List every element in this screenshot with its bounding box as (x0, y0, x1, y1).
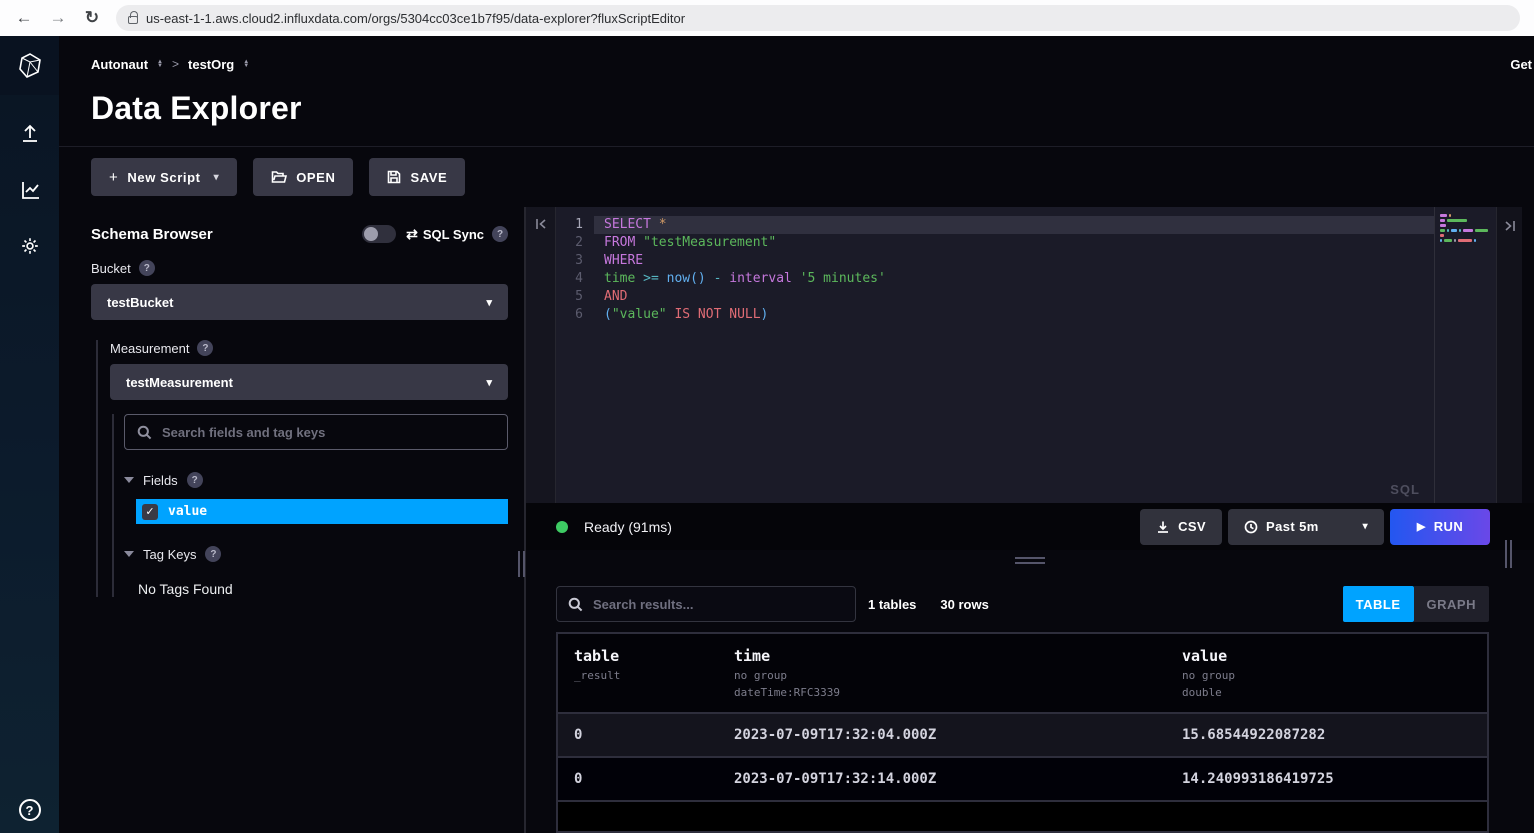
status-dot-icon (556, 521, 568, 533)
measurement-help-icon[interactable]: ? (197, 340, 213, 356)
search-icon (137, 425, 152, 440)
suborg-name[interactable]: testOrg (188, 57, 234, 72)
expand-right-icon (1503, 219, 1517, 233)
sql-sync-toggle[interactable] (362, 225, 396, 243)
influxdb-logo[interactable] (0, 36, 59, 95)
save-button[interactable]: SAVE (369, 158, 465, 196)
column-header: timeno groupdateTime:RFC3339 (718, 647, 1166, 700)
org-switcher-icon[interactable]: ▲▼ (157, 60, 163, 69)
folder-icon (271, 170, 287, 184)
code-line: time >= now() - interval '5 minutes' (594, 270, 1434, 288)
chevron-down-icon[interactable] (124, 551, 134, 557)
page-title: Data Explorer (91, 86, 1534, 130)
measurement-label: Measurement? (110, 340, 508, 356)
time-range-dropdown[interactable]: Past 5m ▾ (1228, 509, 1384, 545)
back-icon[interactable]: ← (14, 8, 34, 28)
view-tabs: TABLE GRAPH (1343, 586, 1489, 622)
code-line: ("value" IS NOT NULL) (594, 306, 1434, 324)
chevron-down-icon: ▾ (1363, 521, 1368, 532)
save-icon (387, 170, 401, 184)
code-line: FROM "testMeasurement" (594, 234, 1434, 252)
fields-group[interactable]: Fields ? (124, 472, 508, 488)
suborg-switcher-icon[interactable]: ▲▼ (243, 60, 249, 69)
nav-right-text[interactable]: Get (1510, 57, 1532, 72)
help-icon[interactable]: ? (19, 799, 41, 821)
padlock-icon (128, 16, 138, 24)
address-bar[interactable]: us-east-1-1.aws.cloud2.influxdata.com/or… (116, 5, 1520, 31)
bucket-label: Bucket? (91, 260, 508, 276)
table-row: 02023-07-09T17:32:04.000Z15.685449220872… (558, 714, 1487, 758)
vertical-drag-handle[interactable] (1505, 540, 1512, 568)
table-row: 02023-07-09T17:32:14.000Z14.240993186419… (558, 758, 1487, 802)
code-line: SELECT * (594, 216, 1434, 234)
panel-resize-handle[interactable] (518, 551, 525, 577)
script-toolbar: + New Script ▾ OPEN SAVE (59, 147, 1534, 207)
run-query-button[interactable]: ▶ RUN (1390, 509, 1490, 545)
bucket-dropdown[interactable]: testBucket▾ (91, 284, 508, 320)
chevron-down-icon: ▾ (486, 376, 492, 389)
query-statusbar: Ready (91ms) CSV Past 5m ▾ ▶ (526, 503, 1534, 550)
fields-help-icon[interactable]: ? (187, 472, 203, 488)
status-text: Ready (91ms) (584, 519, 672, 535)
measurement-dropdown[interactable]: testMeasurement▾ (110, 364, 508, 400)
results-search-input[interactable]: Search results... (556, 586, 856, 622)
field-item-value[interactable]: ✓ value (136, 499, 508, 524)
fields-search-input[interactable]: Search fields and tag keys (124, 414, 508, 450)
rows-count: 30 rows (940, 597, 988, 612)
tag-keys-group[interactable]: Tag Keys ? (124, 546, 508, 562)
sidebar: ? (0, 36, 59, 833)
horizontal-drag-handle[interactable] (1015, 557, 1045, 567)
expand-right-strip[interactable] (1496, 207, 1522, 503)
code-lines[interactable]: SELECT *FROM "testMeasurement"WHEREtime … (594, 207, 1434, 503)
minimap[interactable] (1434, 207, 1496, 503)
open-button[interactable]: OPEN (253, 158, 353, 196)
new-script-button[interactable]: + New Script ▾ (91, 158, 237, 196)
chevron-down-icon: ▾ (214, 172, 220, 183)
refresh-icon[interactable]: ↻ (82, 8, 102, 28)
results-table: table_resulttimeno groupdateTime:RFC3339… (556, 632, 1489, 833)
code-line: AND (594, 288, 1434, 306)
tab-table[interactable]: TABLE (1343, 586, 1414, 622)
column-header: table_result (558, 647, 718, 700)
csv-download-button[interactable]: CSV (1140, 509, 1222, 545)
line-numbers: 123456 (556, 207, 594, 503)
schema-browser-panel: Schema Browser ⇄ SQL Sync ? Bucket? test… (59, 207, 526, 833)
tab-graph[interactable]: GRAPH (1414, 586, 1489, 622)
results-resize-divider[interactable] (526, 550, 1534, 570)
url-text[interactable]: us-east-1-1.aws.cloud2.influxdata.com/or… (146, 11, 685, 26)
org-name[interactable]: Autonaut (91, 57, 148, 72)
browser-chrome: ← → ↻ us-east-1-1.aws.cloud2.influxdata.… (0, 0, 1534, 36)
download-icon (1156, 520, 1170, 534)
data-explorer-icon[interactable] (0, 173, 59, 207)
play-icon: ▶ (1417, 520, 1426, 533)
clock-icon (1244, 520, 1258, 534)
column-header: valueno groupdouble (1166, 647, 1487, 700)
sync-arrows-icon: ⇄ (406, 226, 418, 243)
results-rows: 02023-07-09T17:32:04.000Z15.685449220872… (558, 714, 1487, 802)
upload-icon[interactable] (0, 117, 59, 151)
chevron-down-icon[interactable] (124, 477, 134, 483)
settings-gear-icon[interactable] (0, 229, 59, 263)
chevron-down-icon: ▾ (486, 296, 492, 309)
no-tags-text: No Tags Found (138, 581, 508, 597)
forward-icon[interactable]: → (48, 8, 68, 28)
sql-sync-help-icon[interactable]: ? (492, 226, 508, 242)
sql-sync-label: ⇄ SQL Sync (406, 226, 484, 243)
results-panel: Search results... 1 tables 30 rows TABLE… (526, 570, 1534, 833)
sql-editor[interactable]: 123456 SELECT *FROM "testMeasurement"WHE… (526, 207, 1496, 503)
collapse-left-strip[interactable] (526, 207, 556, 503)
breadcrumb: Autonaut ▲▼ > testOrg ▲▼ Get (59, 36, 1534, 72)
search-icon (568, 597, 583, 612)
checkbox-checked-icon[interactable]: ✓ (142, 504, 158, 520)
tag-keys-help-icon[interactable]: ? (205, 546, 221, 562)
bucket-help-icon[interactable]: ? (139, 260, 155, 276)
tables-count: 1 tables (868, 597, 916, 612)
results-header-row: table_resulttimeno groupdateTime:RFC3339… (558, 634, 1487, 714)
schema-browser-title: Schema Browser (91, 226, 213, 243)
breadcrumb-separator: > (172, 57, 179, 71)
collapse-left-icon (534, 217, 548, 231)
language-label: SQL (1390, 482, 1420, 497)
plus-icon: + (109, 169, 118, 186)
code-line: WHERE (594, 252, 1434, 270)
